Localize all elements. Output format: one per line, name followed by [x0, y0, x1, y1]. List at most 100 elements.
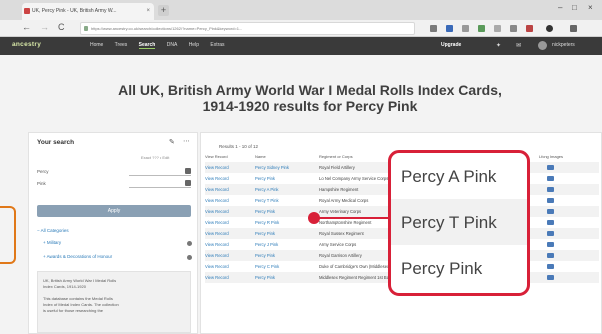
- last-name-input[interactable]: [129, 187, 191, 188]
- image-icon[interactable]: [547, 176, 554, 181]
- edit-icon[interactable]: ✎: [169, 138, 175, 146]
- image-icon[interactable]: [547, 220, 554, 225]
- nav-dna[interactable]: DNA: [167, 42, 178, 48]
- view-record-link[interactable]: View Record: [205, 231, 229, 236]
- col-header-name: Name: [255, 154, 266, 159]
- view-record-link[interactable]: View Record: [205, 198, 229, 203]
- image-icon[interactable]: [547, 253, 554, 258]
- result-regiment: Middlesex Regiment Regiment 1st Batt.: [319, 275, 393, 280]
- extension-icon[interactable]: [494, 25, 501, 32]
- url-field[interactable]: https://www.ancestry.co.uk/search/collec…: [80, 22, 415, 35]
- view-record-link[interactable]: View Record: [205, 165, 229, 170]
- result-name[interactable]: Percy Pink: [255, 253, 275, 258]
- site-logo[interactable]: ancestry: [12, 41, 41, 48]
- result-name[interactable]: Percy C Pink: [255, 264, 279, 269]
- image-icon[interactable]: [547, 198, 554, 203]
- extension-icon[interactable]: [510, 25, 517, 32]
- last-name-dropdown-icon[interactable]: [185, 180, 191, 186]
- result-name[interactable]: Percy R Pink: [255, 220, 279, 225]
- menu-icon[interactable]: [570, 25, 577, 32]
- result-name[interactable]: Percy Pink: [255, 209, 275, 214]
- nav-home[interactable]: Home: [90, 42, 103, 48]
- callout-item: Percy T Pink: [391, 199, 527, 245]
- callout-item: Percy A Pink: [401, 167, 497, 186]
- result-name[interactable]: Percy J Pink: [255, 242, 278, 247]
- close-window-icon[interactable]: ×: [588, 3, 593, 12]
- message-icon[interactable]: ✉: [516, 42, 521, 49]
- result-name[interactable]: Percy Pink: [255, 275, 275, 280]
- extension-icon[interactable]: [526, 25, 533, 32]
- result-name[interactable]: Percy Pink: [255, 176, 275, 181]
- apply-search-button[interactable]: Apply: [37, 205, 191, 217]
- extension-icon[interactable]: [430, 25, 437, 32]
- image-icon[interactable]: [547, 209, 554, 214]
- image-icon[interactable]: [547, 187, 554, 192]
- orange-highlight-mark: [0, 206, 16, 264]
- image-icon[interactable]: [547, 165, 554, 170]
- category-count-icon: [187, 255, 192, 260]
- browser-tab-bar: UK, Percy Pink - UK, British Army W... ×…: [0, 0, 602, 20]
- browser-tab[interactable]: UK, Percy Pink - UK, British Army W... ×: [22, 3, 154, 20]
- new-tab-button[interactable]: +: [158, 5, 169, 16]
- image-icon[interactable]: [547, 231, 554, 236]
- view-record-link[interactable]: View Record: [205, 176, 229, 181]
- tab-close-icon[interactable]: ×: [146, 3, 150, 20]
- col-header-images: Lfcng Images: [539, 154, 564, 159]
- view-record-link[interactable]: View Record: [205, 209, 229, 214]
- nav-trees[interactable]: Trees: [115, 42, 128, 48]
- view-record-link[interactable]: View Record: [205, 264, 229, 269]
- back-icon[interactable]: ←: [22, 22, 31, 32]
- minimize-icon[interactable]: –: [558, 3, 562, 12]
- reload-icon[interactable]: C: [58, 22, 65, 32]
- avatar[interactable]: [538, 41, 547, 50]
- nav-search[interactable]: Search: [138, 42, 156, 49]
- col-header-view: View Record: [205, 154, 228, 159]
- image-icon[interactable]: [547, 242, 554, 247]
- result-name[interactable]: Percy T Pink: [255, 198, 279, 203]
- upgrade-link[interactable]: Upgrade: [441, 42, 461, 48]
- view-record-link[interactable]: View Record: [205, 253, 229, 258]
- view-record-link[interactable]: View Record: [205, 275, 229, 280]
- category-military[interactable]: + Military: [43, 240, 61, 245]
- first-name-label: Percy: [37, 169, 49, 174]
- image-icon[interactable]: [547, 264, 554, 269]
- result-regiment: Hampshire Regiment: [319, 187, 359, 192]
- collection-description: UK, British Army World War I Medal Rolls…: [37, 271, 191, 333]
- nav-help[interactable]: Help: [189, 42, 199, 48]
- callout-connector-line: [315, 217, 393, 219]
- extension-icon[interactable]: [478, 25, 485, 32]
- nav-extras[interactable]: Extras: [210, 42, 224, 48]
- view-record-link[interactable]: View Record: [205, 220, 229, 225]
- extension-icon[interactable]: [462, 25, 469, 32]
- account-name[interactable]: nickpeters: [552, 42, 575, 48]
- forward-icon[interactable]: →: [40, 22, 49, 32]
- first-name-input[interactable]: [129, 175, 191, 176]
- address-bar-row: ← → C https://www.ancestry.co.uk/search/…: [0, 20, 602, 37]
- category-awards[interactable]: + Awards & Decorations of Honour: [43, 254, 112, 259]
- result-regiment: Royal Field Artillery: [319, 165, 355, 170]
- category-all[interactable]: − All Categories: [37, 228, 69, 233]
- result-regiment: Army Service Corps: [319, 242, 357, 247]
- more-icon[interactable]: ⋯: [183, 137, 190, 145]
- result-name[interactable]: Percy Sidney Pink: [255, 165, 289, 170]
- result-regiment: Army Veterinary Corps: [319, 209, 362, 214]
- maximize-icon[interactable]: □: [572, 3, 577, 12]
- leaf-icon[interactable]: ✦: [496, 42, 501, 49]
- extension-icon[interactable]: [446, 25, 453, 32]
- site-favicon-icon: [24, 8, 30, 14]
- first-name-dropdown-icon[interactable]: [185, 168, 191, 174]
- result-name[interactable]: Percy A Pink: [255, 187, 279, 192]
- col-header-regiment: Regiment or Corps: [319, 154, 353, 159]
- view-record-link[interactable]: View Record: [205, 187, 229, 192]
- result-regiment: Royal Army Medical Corps: [319, 198, 369, 203]
- result-name[interactable]: Percy Pink: [255, 231, 275, 236]
- search-subtext[interactable]: Exact ??? • Edit: [141, 155, 169, 160]
- image-icon[interactable]: [547, 275, 554, 280]
- results-count: Results 1 - 10 of 12: [219, 144, 259, 149]
- result-regiment: Royal Garrison Artillery: [319, 253, 362, 258]
- result-regiment: Northamptonshire Regiment: [319, 220, 372, 225]
- view-record-link[interactable]: View Record: [205, 242, 229, 247]
- profile-icon[interactable]: [546, 25, 553, 32]
- lock-icon: [84, 26, 88, 31]
- main-nav: Home Trees Search DNA Help Extras: [90, 42, 235, 49]
